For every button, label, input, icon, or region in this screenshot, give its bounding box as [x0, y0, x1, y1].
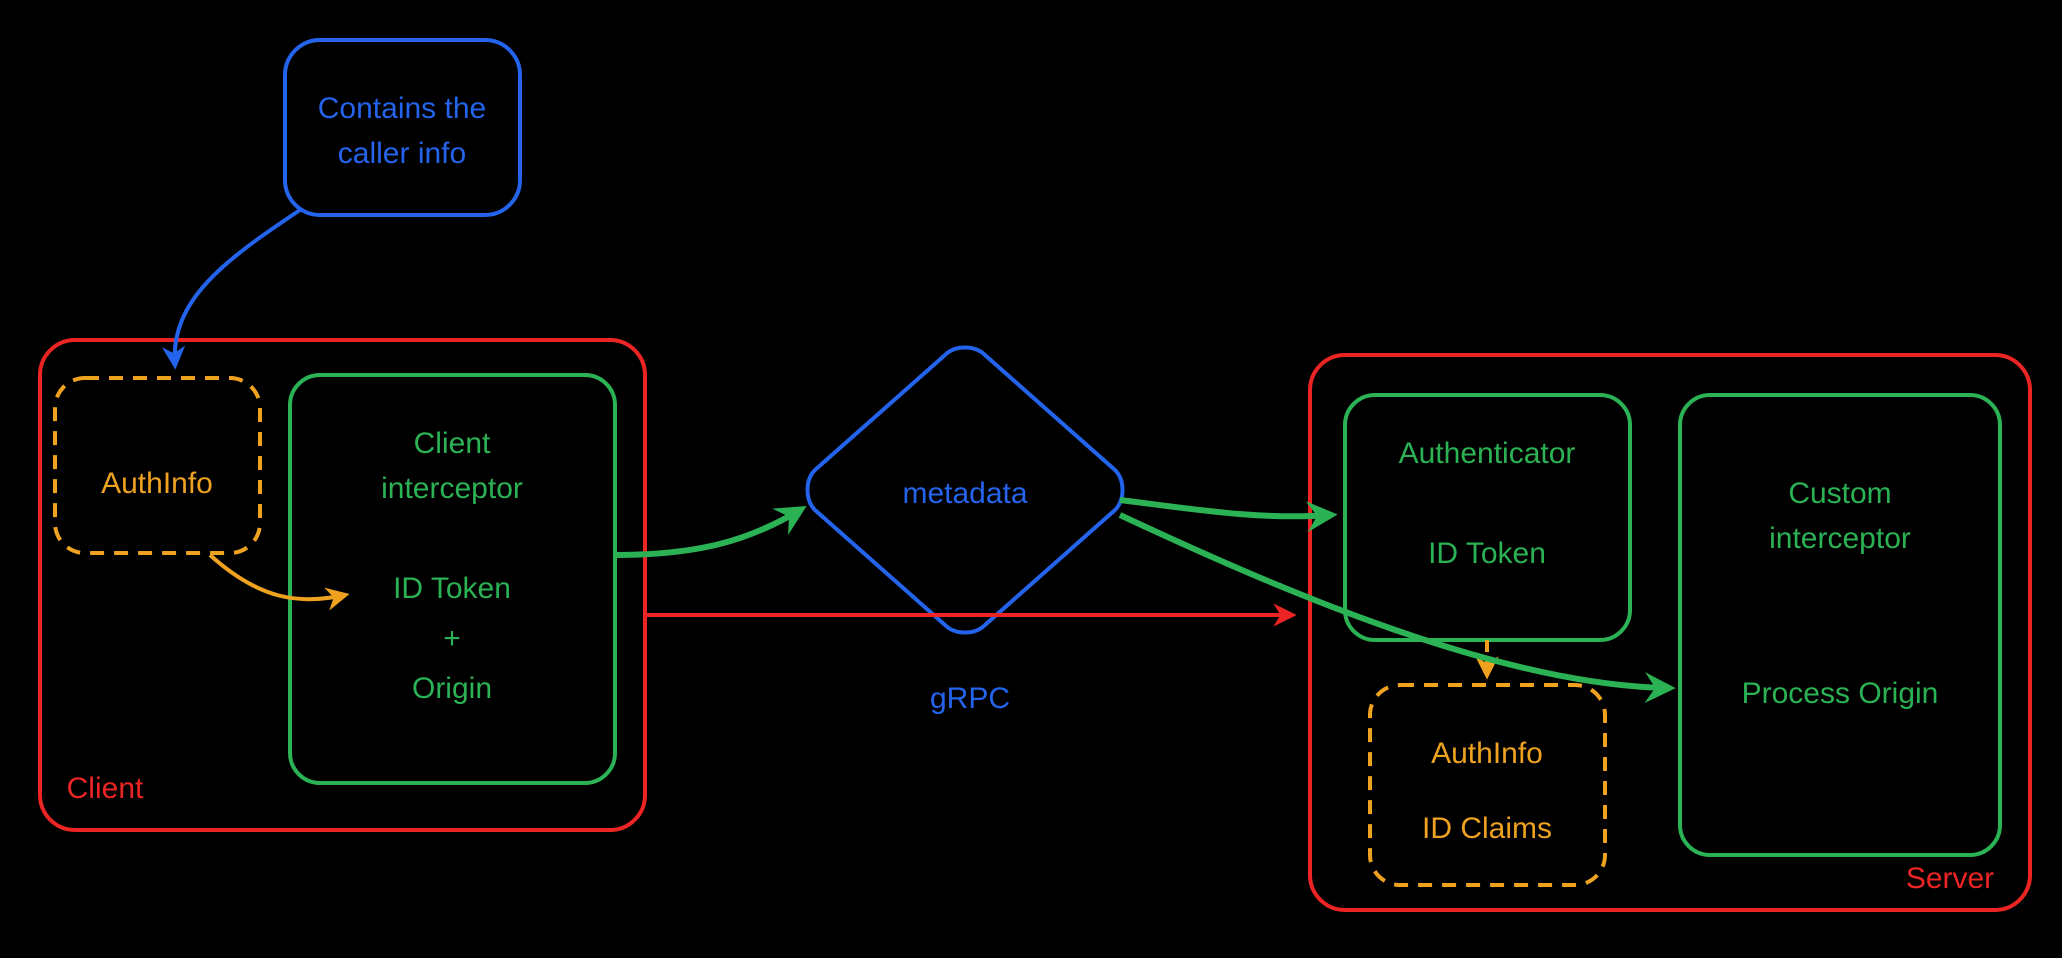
custom-interceptor-title2: interceptor: [1769, 522, 1911, 555]
arrow-authinfo-to-interceptor: [210, 555, 345, 599]
client-container: [40, 340, 645, 830]
caller-info-note: [285, 40, 520, 215]
client-interceptor-origin: Origin: [412, 672, 492, 705]
authinfo-client-label: AuthInfo: [101, 467, 213, 500]
custom-interceptor-title1: Custom: [1788, 477, 1891, 510]
authenticator-box: [1345, 395, 1630, 640]
diagram-canvas: Client AuthInfo Client interceptor ID To…: [0, 0, 2062, 958]
authinfo-server-title: AuthInfo: [1431, 737, 1543, 770]
custom-interceptor-box: [1680, 395, 2000, 855]
arrow-metadata-to-custom: [1120, 515, 1668, 688]
client-interceptor-title1: Client: [414, 427, 491, 460]
client-container-label: Client: [67, 772, 144, 805]
caller-info-line1: Contains the: [318, 92, 486, 125]
client-interceptor-plus: +: [443, 622, 461, 655]
authenticator-idtoken: ID Token: [1428, 537, 1546, 570]
authinfo-client-box: [55, 378, 260, 553]
caller-info-line2: caller info: [338, 137, 466, 170]
client-interceptor-title2: interceptor: [381, 472, 523, 505]
metadata-label: metadata: [902, 477, 1027, 510]
authinfo-server-idclaims: ID Claims: [1422, 812, 1552, 845]
authinfo-server-box: [1370, 685, 1605, 885]
client-interceptor-idtoken: ID Token: [393, 572, 511, 605]
arrow-interceptor-to-metadata: [615, 510, 800, 555]
authenticator-title: Authenticator: [1399, 437, 1576, 470]
arrow-metadata-to-authenticator: [1120, 500, 1330, 516]
custom-interceptor-process-origin: Process Origin: [1742, 677, 1939, 710]
server-container-label: Server: [1906, 862, 1994, 895]
grpc-label: gRPC: [930, 682, 1010, 715]
